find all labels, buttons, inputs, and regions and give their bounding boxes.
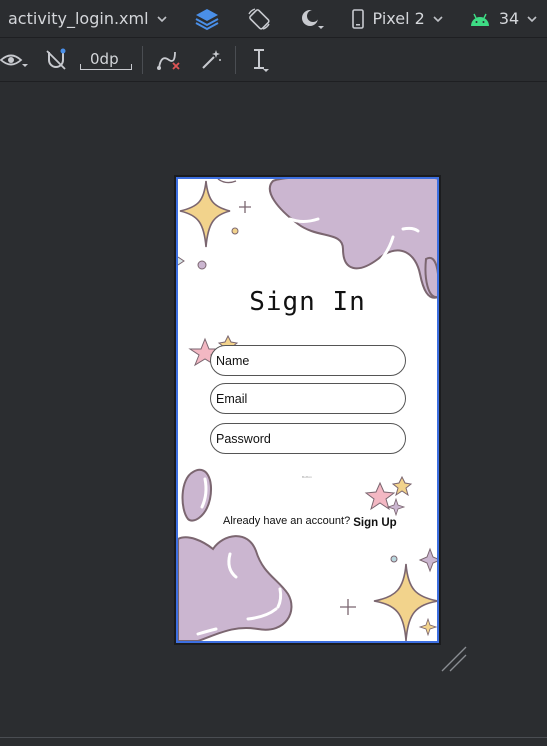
signup-row: Already have an account? Sign Up — [223, 515, 397, 529]
separator — [235, 45, 236, 74]
autoconnect-toggle[interactable] — [38, 38, 74, 81]
signup-prompt: Already have an account? — [223, 515, 351, 527]
layers-icon — [195, 8, 219, 30]
default-margin-selector[interactable]: 0dp — [74, 38, 138, 81]
api-level: 34 — [498, 9, 520, 28]
infer-constraints-button[interactable] — [191, 38, 231, 81]
magnet-off-icon — [46, 48, 66, 70]
rotate-device-icon — [247, 7, 270, 30]
chevron-down-icon — [156, 15, 167, 22]
status-divider — [0, 737, 547, 738]
sign-in-button[interactable]: Button — [302, 475, 312, 479]
magic-wand-icon — [202, 49, 221, 69]
align-button[interactable] — [240, 38, 280, 81]
clear-constraints-button[interactable] — [147, 38, 191, 81]
baseline-align-icon — [254, 48, 269, 72]
name-field-label: Name — [216, 353, 250, 368]
orientation-button[interactable] — [237, 0, 281, 37]
resize-handle-icon[interactable] — [440, 645, 470, 675]
sign-up-link[interactable]: Sign Up — [353, 517, 396, 529]
view-options-button[interactable] — [0, 38, 38, 81]
password-field[interactable]: Password — [210, 423, 406, 454]
email-field-label: Email — [216, 391, 248, 406]
theme-button[interactable] — [289, 0, 335, 37]
chevron-down-icon — [527, 15, 537, 22]
margin-value: 0dp — [90, 49, 119, 68]
android-icon — [470, 13, 489, 26]
device-name: Pixel 2 — [372, 9, 425, 28]
top-toolbar: activity_login.xml Pixel 2 34 — [0, 0, 547, 38]
file-name: activity_login.xml — [8, 9, 149, 28]
device-selector[interactable]: Pixel 2 — [343, 0, 453, 37]
phone-icon — [351, 8, 364, 29]
design-surface-button[interactable] — [185, 0, 229, 37]
name-field[interactable]: Name — [210, 345, 406, 376]
chevron-down-icon — [433, 15, 443, 22]
page-title: Sign In — [249, 287, 366, 317]
password-field-label: Password — [216, 431, 271, 446]
device-preview[interactable]: Sign In Name Email Password Button Alrea… — [176, 177, 439, 643]
eye-icon — [0, 54, 28, 67]
api-level-selector[interactable]: 34 — [461, 0, 547, 37]
layout-toolbar: 0dp — [0, 38, 547, 82]
night-mode-icon — [301, 9, 324, 29]
email-field[interactable]: Email — [210, 383, 406, 414]
separator — [142, 45, 143, 74]
clear-constraints-icon — [157, 51, 180, 70]
file-selector[interactable]: activity_login.xml — [0, 0, 177, 37]
